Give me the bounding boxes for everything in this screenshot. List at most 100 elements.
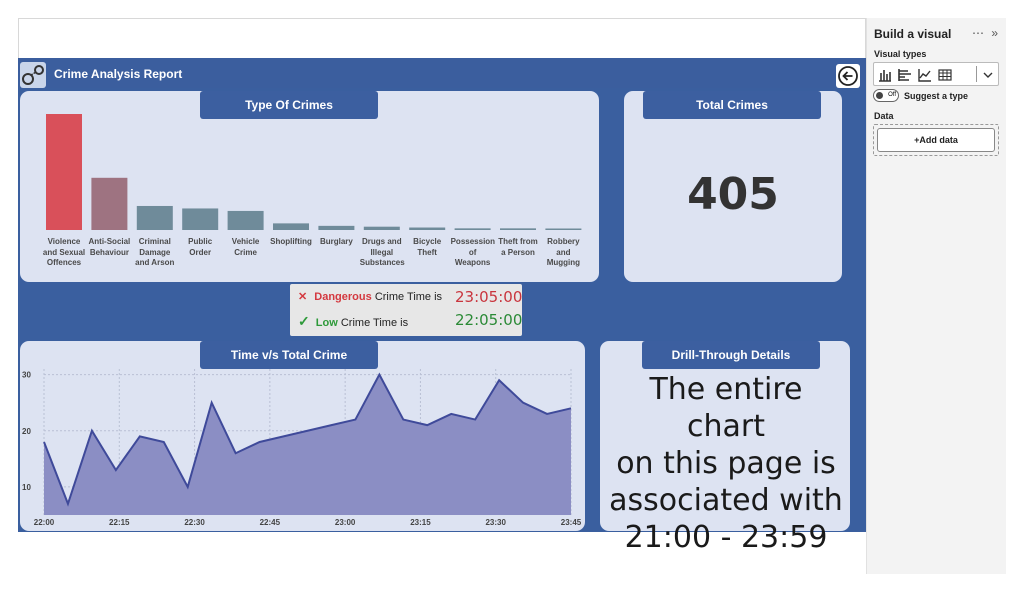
bar: [318, 225, 355, 230]
add-data-zone: +Add data: [873, 124, 999, 156]
bar-category-label: Drugs and Illegal Substances: [359, 237, 405, 269]
dangerous-label: Dangerous: [314, 291, 372, 303]
bar: [273, 223, 309, 230]
dangerous-row: ✕ Dangerous Crime Time is: [298, 290, 442, 303]
bar-category-label: Criminal Damage and Arson: [133, 237, 177, 269]
drill-through-header: Drill-Through Details: [642, 341, 820, 369]
bar-chart-icon[interactable]: [898, 68, 912, 82]
bar-category-label-line: Criminal: [138, 237, 171, 246]
bar: [182, 208, 219, 230]
data-label: Data: [874, 111, 894, 121]
bar: [46, 114, 82, 230]
bar-category-label-line: a Person: [501, 247, 535, 257]
drill-line: 21:00 - 23:59: [624, 520, 828, 555]
toggle-state: Off: [888, 92, 896, 98]
bar-category-label-line: Public: [188, 237, 213, 246]
back-arrow-icon: [838, 66, 858, 86]
bar-category-label: Shoplifting: [269, 237, 313, 248]
build-visual-panel: Build a visual ⋯ » Visual types Off Sugg…: [866, 18, 1006, 574]
bar: [363, 226, 400, 230]
drill-through-card: Drill-Through Details The entire chart o…: [600, 341, 850, 555]
drill-line: on this page is: [616, 446, 836, 481]
bar: [500, 228, 536, 230]
bar-category-label: Anti-Social Behaviour: [87, 237, 131, 258]
bar: [409, 227, 446, 230]
low-text: Crime Time is: [340, 317, 409, 329]
low-time: 22:05:00: [455, 311, 523, 329]
low-label: Low: [315, 317, 338, 329]
bar-category-label-line: Burglary: [319, 237, 353, 246]
x-tick-label: 22:45: [260, 518, 281, 527]
x-tick-label: 22:15: [109, 518, 130, 527]
bar: [227, 210, 264, 230]
y-tick-label: 20: [22, 427, 31, 436]
bar-category-label-line: Illegal: [370, 247, 394, 257]
crime-time-note: ✕ Dangerous Crime Time is 23:05:00 ✓ Low…: [290, 284, 522, 336]
bar-category-label-line: Mugging: [546, 258, 581, 267]
bar-category-label-line: Behaviour: [89, 247, 129, 257]
bar-category-label: Theft from a Person: [496, 237, 540, 258]
bar-category-label-line: Offences: [46, 258, 82, 267]
bar-category-label-line: Substances: [359, 258, 405, 267]
y-tick-label: 30: [22, 371, 31, 380]
bar-category-label-line: of: [468, 247, 477, 257]
bar-category-label-line: Possession: [450, 237, 496, 246]
drill-through-text: The entire chart on this page is associa…: [606, 371, 846, 556]
back-button[interactable]: [836, 64, 860, 88]
bar-category-label: Burglary: [314, 237, 358, 248]
total-crimes-header: Total Crimes: [643, 91, 821, 119]
bar: [545, 228, 582, 230]
area-fill: [44, 374, 571, 515]
bar-category-label-line: Shoplifting: [270, 237, 312, 246]
x-tick-label: 22:00: [34, 518, 55, 527]
y-tick-label: 10: [22, 483, 31, 492]
drill-line: The entire chart: [649, 372, 803, 444]
bar: [136, 205, 173, 230]
bar-category-label-line: Damage: [139, 247, 171, 257]
more-options-icon[interactable]: ⋯: [972, 26, 984, 40]
bar-category-label-line: Bicycle: [413, 237, 442, 246]
bar-category-label-line: Crime: [234, 247, 257, 257]
bar: [454, 228, 491, 230]
collapse-panel-icon[interactable]: »: [991, 26, 998, 40]
total-crimes-value: 405: [687, 169, 779, 220]
add-data-button[interactable]: +Add data: [877, 128, 995, 152]
report-title-bar: Crime Analysis Report: [18, 58, 866, 88]
bar-category-label-line: Order: [189, 247, 212, 257]
top-bar: [18, 18, 866, 58]
handcuffs-icon: [20, 62, 46, 88]
bar-category-label: Robbery and Mugging: [541, 237, 585, 269]
bar-category-label: Vehicle Crime: [224, 237, 268, 258]
bar-category-label: Possession of Weapons: [451, 237, 495, 269]
panel-controls: ⋯ »: [972, 26, 998, 40]
bar-category-label-line: and: [556, 247, 571, 257]
line-chart-icon[interactable]: [918, 68, 932, 82]
cross-icon: ✕: [298, 291, 308, 303]
bar-category-label: Violence and Sexual Offences: [42, 237, 86, 269]
bar-category-label: Public Order: [178, 237, 222, 258]
bar-category-label-line: Drugs and: [362, 237, 402, 246]
column-chart-icon[interactable]: [878, 68, 892, 82]
suggest-type-toggle[interactable]: Off: [873, 89, 899, 102]
bar-category-label-line: Violence: [47, 237, 81, 246]
bar-category-label: Bicycle Theft: [405, 237, 449, 258]
x-tick-label: 23:15: [410, 518, 431, 527]
visual-types-label: Visual types: [874, 49, 927, 59]
total-crimes-card: Total Crimes 405: [624, 91, 842, 282]
bar-category-label-line: Vehicle: [231, 237, 260, 246]
bar-category-label-line: Anti-Social: [88, 237, 131, 246]
table-icon[interactable]: [938, 68, 952, 82]
x-tick-label: 23:30: [485, 518, 506, 527]
time-area-chart: 10 20 30 22:00 22:15 22:30 22:45 23:00 23:15 23:3…: [22, 369, 582, 527]
bar-category-label-line: Theft: [417, 247, 437, 257]
type-of-crimes-card: Type Of Crimes Violence and Sexual Offence…: [20, 91, 599, 282]
bar-category-label-line: Weapons: [454, 258, 491, 267]
divider: [976, 66, 977, 82]
x-tick-label: 22:30: [184, 518, 205, 527]
bar-category-label-line: Theft from: [498, 237, 538, 246]
panel-title: Build a visual: [874, 27, 952, 41]
chevron-down-icon[interactable]: [981, 68, 995, 82]
low-row: ✓ Low Crime Time is: [298, 313, 408, 330]
report-title: Crime Analysis Report: [54, 67, 183, 81]
x-tick-label: 23:45: [561, 518, 582, 527]
